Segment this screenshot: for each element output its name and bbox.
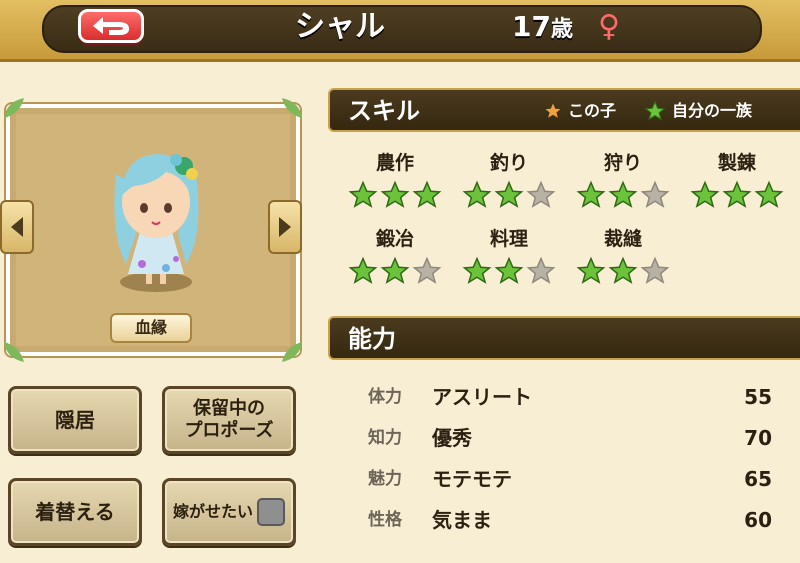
green-star-icon (576, 256, 606, 284)
ability-title: 能力 (348, 325, 396, 353)
ability-number: 55 (744, 385, 772, 409)
female-icon: ♀ (598, 9, 620, 44)
header-bar: シャル 17歳 ♀ (0, 0, 800, 62)
skill-item: 狩り (568, 150, 678, 210)
skill-stars (682, 180, 792, 210)
ability-value: 優秀 (432, 426, 472, 450)
green-star-icon (494, 180, 524, 208)
pending-proposal-line1: 保留中の (193, 398, 265, 419)
want-marry-label: 嫁がせたい (172, 502, 253, 521)
arrow-right-icon (279, 217, 291, 237)
skill-name: 製錬 (717, 152, 756, 174)
skill-item: 鍛冶 (340, 226, 450, 286)
skill-name: 料理 (489, 228, 528, 250)
legend-family-label: 自分の一族 (672, 101, 753, 120)
green-star-icon (608, 180, 638, 208)
ability-value: モテモテ (432, 467, 512, 491)
ability-number: 60 (744, 508, 772, 532)
skill-name: 鍛冶 (375, 228, 414, 250)
skills-section-header: スキル この子 自分の一族 (328, 88, 800, 132)
green-star-icon (348, 256, 378, 284)
age-number: 17 (512, 10, 551, 43)
green-star-icon (462, 256, 492, 284)
retire-button[interactable]: 隠居 (8, 386, 142, 454)
skill-item: 裁縫 (568, 226, 678, 286)
ability-row: 性格 気まま 60 (368, 505, 778, 535)
previous-character-button[interactable] (0, 200, 34, 254)
green-star-icon (754, 180, 784, 208)
green-star-icon (608, 256, 638, 284)
legend-this-child: この子 (544, 100, 616, 122)
leaf-decoration-icon (4, 342, 24, 362)
ability-row: 魅力 モテモテ 65 (368, 464, 778, 494)
arrow-left-icon (11, 217, 23, 237)
skill-item: 料理 (454, 226, 564, 286)
green-star-icon (380, 180, 410, 208)
ability-number: 65 (744, 467, 772, 491)
gray-star-icon (640, 256, 670, 284)
leaf-decoration-icon (4, 98, 24, 118)
ability-label: 知力 (368, 428, 402, 448)
skill-stars (568, 180, 678, 210)
next-character-button[interactable] (268, 200, 302, 254)
pending-proposal-button[interactable]: 保留中の プロポーズ (162, 386, 296, 454)
green-star-icon (722, 180, 752, 208)
ability-value: 気まま (432, 508, 492, 532)
ability-label: 魅力 (368, 469, 402, 489)
ability-section-header: 能力 (328, 316, 800, 360)
skill-stars (454, 256, 564, 286)
legend-family: 自分の一族 (644, 100, 752, 122)
skill-stars (340, 256, 450, 286)
ability-row: 体力 アスリート 55 (368, 382, 778, 412)
green-star-icon (462, 180, 492, 208)
pending-proposal-line2: プロポーズ (184, 420, 274, 441)
skill-item: 農作 (340, 150, 450, 210)
ability-label: 体力 (368, 387, 402, 407)
green-star-icon (348, 180, 378, 208)
green-star-icon (576, 180, 606, 208)
green-star-icon (412, 180, 442, 208)
green-star-icon (380, 256, 410, 284)
legend-this-child-label: この子 (568, 101, 617, 120)
gray-star-icon (526, 180, 556, 208)
skills-title: スキル (348, 97, 420, 125)
leaf-decoration-icon (282, 98, 302, 118)
kinship-button[interactable]: 血縁 (110, 313, 192, 343)
skill-name: 裁縫 (603, 228, 642, 250)
back-arrow-icon (93, 17, 129, 35)
skill-name: 釣り (489, 152, 528, 174)
change-clothes-button[interactable]: 着替える (8, 478, 142, 546)
green-star-icon (644, 100, 666, 121)
skill-item: 製錬 (682, 150, 792, 210)
character-name: シャル (295, 9, 385, 44)
gray-star-icon (526, 256, 556, 284)
ability-label: 性格 (368, 510, 402, 530)
portrait-background (16, 114, 290, 346)
gray-star-icon (640, 180, 670, 208)
skill-stars (568, 256, 678, 286)
green-star-icon (690, 180, 720, 208)
back-button[interactable] (78, 9, 144, 43)
want-marry-button[interactable]: 嫁がせたい (162, 478, 296, 546)
skill-stars (454, 180, 564, 210)
age-unit: 歳 (550, 17, 573, 42)
green-star-icon (494, 256, 524, 284)
skill-item: 釣り (454, 150, 564, 210)
character-age: 17歳 (512, 8, 573, 49)
want-marry-checkbox[interactable] (257, 498, 285, 526)
skill-name: 狩り (603, 152, 642, 174)
skill-stars (340, 180, 450, 210)
leaf-decoration-icon (282, 342, 302, 362)
gray-star-icon (412, 256, 442, 284)
skill-name: 農作 (375, 152, 414, 174)
ability-value: アスリート (432, 385, 532, 409)
ability-row: 知力 優秀 70 (368, 423, 778, 453)
orange-star-icon (545, 103, 561, 118)
ability-number: 70 (744, 426, 772, 450)
